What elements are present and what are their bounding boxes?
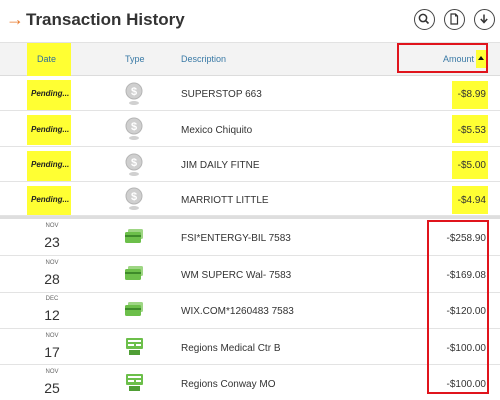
amount-annotation-box: [397, 43, 488, 73]
card-icon: [125, 229, 143, 243]
row-description: Mexico Chiquito: [181, 125, 253, 136]
table-row[interactable]: Pending... $ MARRIOTT LITTLE -$4.94: [0, 182, 500, 216]
row-day: 17: [44, 344, 60, 360]
row-date: Pending...: [31, 89, 70, 98]
row-amount: -$5.53: [457, 125, 486, 136]
arrow-right-icon: →: [6, 9, 24, 29]
row-day: 23: [44, 234, 60, 250]
column-header-date[interactable]: Date: [37, 54, 56, 64]
svg-text:$: $: [131, 191, 137, 203]
svg-text:$: $: [131, 157, 137, 169]
table-row[interactable]: NOV 17 Regions Medical Ctr B -$100.00: [0, 329, 500, 365]
svg-text:$: $: [131, 121, 137, 133]
row-date: Pending...: [31, 160, 70, 169]
pending-dollar-icon: $: [125, 82, 143, 105]
row-day: 25: [44, 380, 60, 396]
table-row[interactable]: NOV 23 FSI*ENTERGY-BIL 7583 -$258.90: [0, 219, 500, 256]
table-row[interactable]: DEC 12 WIX.COM*1260483 7583 -$120.00: [0, 293, 500, 329]
document-icon[interactable]: [444, 9, 465, 30]
row-month: NOV: [45, 223, 59, 229]
pending-dollar-icon: $: [125, 117, 143, 140]
row-day: 28: [44, 271, 60, 287]
page-header: → Transaction History: [0, 0, 500, 42]
table-row[interactable]: Pending... $ JIM DAILY FITNE -$5.00: [0, 147, 500, 182]
column-header-type[interactable]: Type: [125, 54, 145, 64]
atm-icon: [126, 374, 143, 391]
row-date: Pending...: [31, 195, 70, 204]
row-month: DEC: [45, 296, 59, 302]
atm-icon: [126, 338, 143, 355]
row-month: NOV: [45, 260, 59, 266]
row-description: JIM DAILY FITNE: [181, 160, 260, 171]
pending-dollar-icon: $: [125, 187, 143, 210]
row-description: MARRIOTT LITTLE: [181, 195, 269, 206]
table-row[interactable]: Pending... $ Mexico Chiquito -$5.53: [0, 111, 500, 147]
page-title: Transaction History: [26, 10, 185, 29]
card-icon: [125, 302, 143, 316]
row-description: Regions Medical Ctr B: [181, 343, 281, 354]
svg-text:$: $: [131, 86, 137, 98]
pending-dollar-icon: $: [125, 153, 143, 176]
table-row[interactable]: Pending... $ SUPERSTOP 663 -$8.99: [0, 76, 500, 111]
row-month: NOV: [45, 333, 59, 339]
row-date: Pending...: [31, 125, 70, 134]
posted-amounts-annotation-box: [427, 220, 489, 394]
row-description: SUPERSTOP 663: [181, 89, 262, 100]
table-row[interactable]: NOV 25 Regions Conway MO -$100.00: [0, 365, 500, 400]
download-icon[interactable]: [474, 9, 495, 30]
row-description: Regions Conway MO: [181, 379, 276, 390]
row-description: WIX.COM*1260483 7583: [181, 306, 294, 317]
row-amount: -$8.99: [457, 89, 486, 100]
column-header-description[interactable]: Description: [181, 54, 226, 64]
row-description: WM SUPERC Wal- 7583: [181, 270, 292, 281]
row-amount: -$4.94: [457, 195, 486, 206]
row-amount: -$5.00: [457, 160, 486, 171]
search-icon[interactable]: [414, 9, 435, 30]
row-month: NOV: [45, 369, 59, 375]
row-description: FSI*ENTERGY-BIL 7583: [181, 233, 291, 244]
card-icon: [125, 266, 143, 280]
table-row[interactable]: NOV 28 WM SUPERC Wal- 7583 -$169.08: [0, 256, 500, 293]
row-day: 12: [44, 307, 60, 323]
